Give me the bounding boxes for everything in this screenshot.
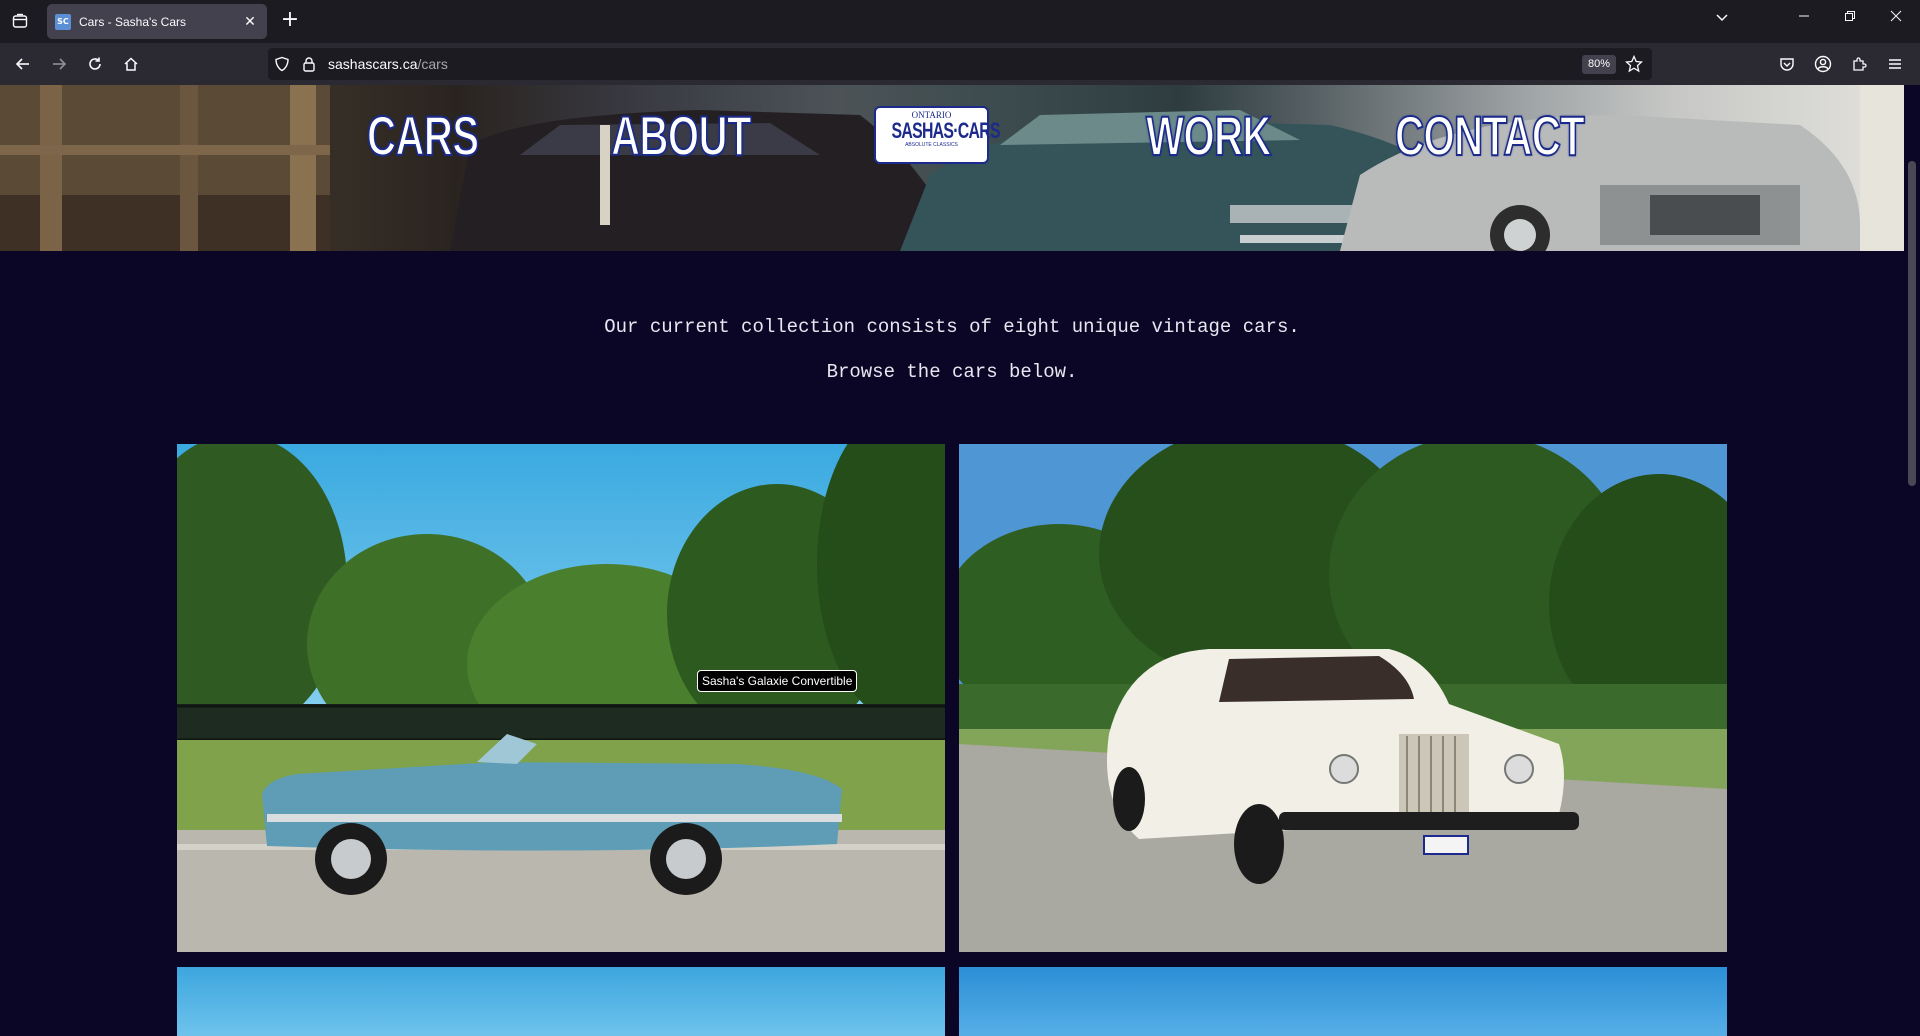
restore-icon[interactable] (1838, 10, 1862, 34)
sashas-cars-license-plate-logo[interactable]: ONTARIO SASHAS·CARS ABSOLUTE CLASSICS (874, 106, 1001, 164)
close-window-icon[interactable] (1884, 10, 1908, 34)
list-all-tabs-chevron-icon[interactable] (1710, 10, 1734, 34)
back-arrow-icon[interactable] (11, 52, 35, 76)
minimize-icon[interactable] (1792, 10, 1816, 34)
favicon-icon: SC (55, 13, 71, 30)
scrollbar-thumb[interactable] (1908, 161, 1916, 486)
lock-icon[interactable] (302, 56, 316, 76)
account-icon[interactable] (1811, 52, 1835, 76)
reload-icon[interactable] (83, 52, 107, 76)
car-card-white-sedan[interactable] (959, 444, 1727, 952)
car-title-tooltip: Sasha's Galaxie Convertible (697, 670, 858, 692)
car-photo-blue-convertible (177, 444, 945, 952)
browser-tab-active[interactable]: SC Cars - Sasha's Cars ✕ (47, 4, 267, 39)
intro-text-line-2: Browse the cars below. (826, 361, 1078, 383)
page-viewport: CARS ABOUT ONTARIO SASHAS·CARS ABSOLUTE … (0, 85, 1904, 1036)
nav-link-cars[interactable]: CARS (366, 103, 480, 168)
tab-title: Cars - Sasha's Cars (79, 14, 186, 29)
bookmark-star-icon[interactable] (1624, 54, 1644, 77)
browser-tab-bar: SC Cars - Sasha's Cars ✕ + (0, 0, 1920, 43)
zoom-level-badge[interactable]: 80% (1582, 55, 1617, 74)
new-tab-icon[interactable]: + (278, 9, 302, 33)
pocket-icon[interactable] (1775, 52, 1799, 76)
tab-list-icon[interactable] (8, 9, 32, 33)
address-bar[interactable]: sashascars.ca/cars 80% (268, 48, 1652, 80)
url-path: /cars (417, 56, 448, 72)
car-card-4[interactable] (959, 967, 1727, 1036)
url-domain: sashascars.ca (328, 56, 418, 72)
logo-main-text: SASHAS·CARS (891, 118, 1001, 143)
intro-text-line-1: Our current collection consists of eight… (604, 316, 1300, 338)
nav-link-work[interactable]: WORK (1145, 103, 1272, 168)
nav-link-contact[interactable]: CONTACT (1394, 103, 1585, 168)
car-photo-white-sedan (959, 444, 1727, 952)
car-card-galaxie-convertible[interactable] (177, 444, 945, 952)
page-scrollbar[interactable] (1904, 85, 1920, 1036)
browser-toolbar: sashascars.ca/cars 80% (0, 43, 1920, 85)
nav-link-about[interactable]: ABOUT (610, 103, 752, 168)
app-menu-hamburger-icon[interactable] (1883, 52, 1907, 76)
tracking-protection-shield-icon[interactable] (274, 56, 290, 76)
forward-arrow-icon[interactable] (47, 52, 71, 76)
car-card-3[interactable] (177, 967, 945, 1036)
hero-header-photo: CARS ABOUT ONTARIO SASHAS·CARS ABSOLUTE … (0, 85, 1904, 251)
close-tab-icon[interactable]: ✕ (241, 14, 259, 30)
url-text[interactable]: sashascars.ca/cars (328, 56, 448, 72)
home-icon[interactable] (119, 52, 143, 76)
extensions-puzzle-icon[interactable] (1847, 52, 1871, 76)
